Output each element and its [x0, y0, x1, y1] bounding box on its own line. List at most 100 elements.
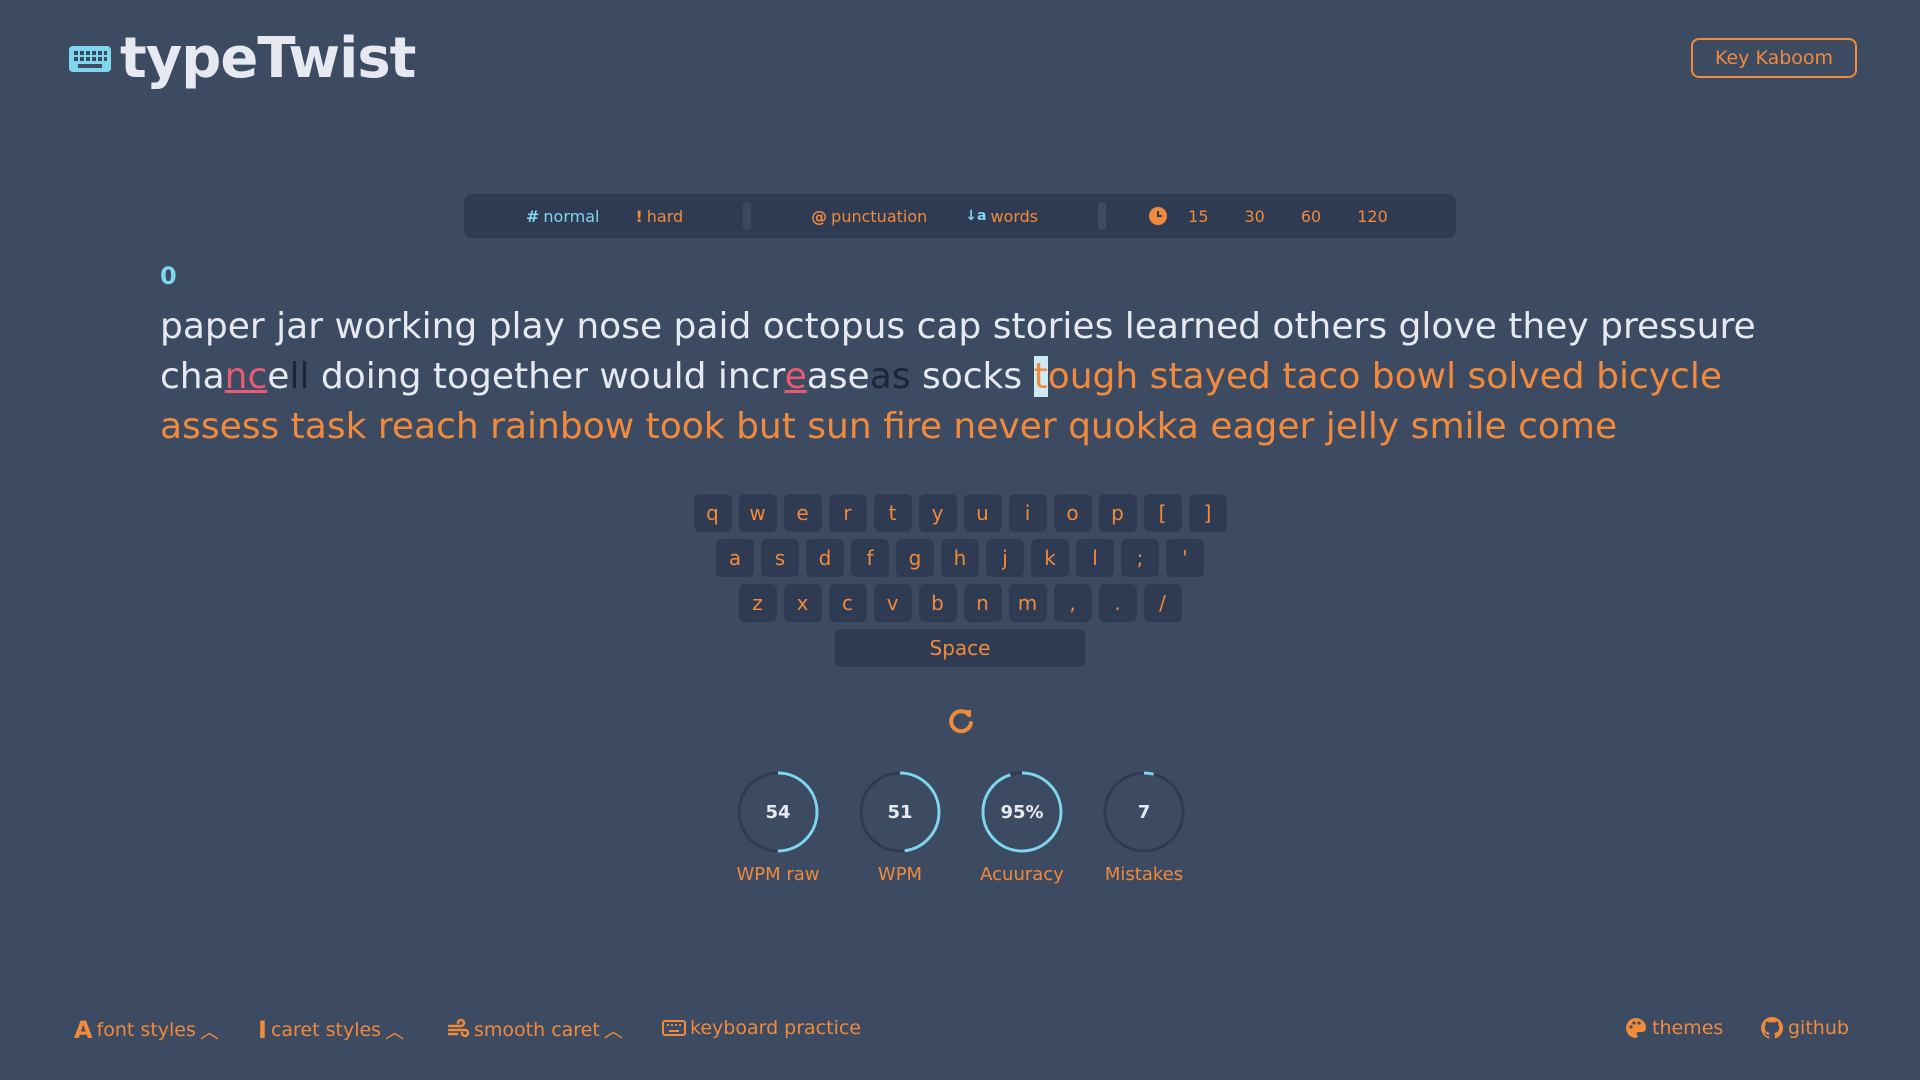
typed-char: ase [806, 356, 870, 397]
mode-normal-label: normal [543, 206, 600, 226]
typed-char: e [267, 356, 290, 397]
key-kaboom-button[interactable]: Key Kaboom [1691, 38, 1857, 78]
stat-label: WPM [877, 864, 923, 885]
option-punctuation[interactable]: @ punctuation [811, 207, 927, 226]
time-120[interactable]: 120 [1357, 207, 1388, 226]
extra-char: as [869, 356, 911, 397]
typed-text: doing together would incr [309, 356, 785, 397]
stat-accuracy: 95% Acuuracy [980, 770, 1064, 885]
chevron-up-icon: ︿ [603, 1020, 623, 1042]
key-q[interactable]: q [693, 494, 732, 532]
stat-value: 95% [1000, 802, 1043, 823]
key-u[interactable]: u [963, 494, 1002, 532]
key-space[interactable]: Space [835, 629, 1085, 667]
key-l[interactable]: l [1076, 539, 1114, 577]
key-e[interactable]: e [783, 494, 822, 532]
footer: A font styles ︿ I caret styles ︿ smooth … [0, 1016, 1920, 1052]
typing-text-area[interactable]: paper jar working play nose paid octopus… [160, 302, 1760, 452]
sort-down-icon: ↓a [965, 208, 987, 224]
stat-label: Acuuracy [980, 864, 1064, 885]
smooth-caret-label: smooth caret [474, 1018, 600, 1041]
keyboard-practice-button[interactable]: keyboard practice [662, 1016, 861, 1040]
chevron-up-icon: ︿ [199, 1020, 219, 1043]
key-p[interactable]: p [1098, 494, 1137, 532]
stat-mistakes: 7 Mistakes [1102, 770, 1186, 885]
time-30[interactable]: 30 [1245, 207, 1265, 226]
keyboard-logo-icon [69, 45, 111, 72]
keyboard-icon [662, 1020, 686, 1036]
mode-bar: # normal ! hard @ punctuation ↓a words 1… [464, 194, 1456, 238]
key-s[interactable]: s [761, 539, 799, 577]
key-j[interactable]: j [986, 539, 1024, 577]
key-symbol[interactable]: ] [1188, 494, 1227, 532]
app-logo[interactable]: typeTwist [68, 26, 416, 91]
stats-panel: 54 WPM raw 51 WPM 95% Acuuracy 7 Mistakes [736, 770, 1186, 885]
caret-styles-label: caret styles [270, 1019, 382, 1041]
caret-styles-button[interactable]: I caret styles ︿ [258, 1016, 404, 1044]
key-symbol[interactable]: , [1053, 584, 1092, 622]
text-line-1: paper jar working play nose paid octopus… [160, 306, 1756, 347]
error-char: nc [224, 356, 268, 397]
themes-button[interactable]: themes [1624, 1016, 1723, 1040]
key-v[interactable]: v [873, 584, 912, 622]
font-styles-button[interactable]: A font styles ︿ [74, 1016, 219, 1044]
key-symbol[interactable]: ' [1166, 539, 1204, 577]
key-w[interactable]: w [738, 494, 777, 532]
app-title: typeTwist [120, 26, 416, 91]
pending-text: ough stayed taco bowl solved bicycle [1047, 356, 1722, 397]
key-n[interactable]: n [963, 584, 1002, 622]
key-k[interactable]: k [1031, 539, 1069, 577]
time-60[interactable]: 60 [1301, 207, 1321, 226]
key-t[interactable]: t [873, 494, 912, 532]
exclamation-icon: ! [635, 206, 643, 226]
keyboard-row-1: q w e r t y u i o p[] [0, 494, 1920, 532]
divider [1098, 202, 1107, 230]
option-words[interactable]: ↓a words [965, 207, 1038, 226]
keyboard-practice-label: keyboard practice [690, 1017, 861, 1039]
key-o[interactable]: o [1053, 494, 1092, 532]
key-m[interactable]: m [1008, 584, 1047, 622]
virtual-keyboard: q w e r t y u i o p[] a s d f g h j k l; ' z x c v b n m,. / Spac… [0, 494, 1920, 674]
mode-hard[interactable]: ! hard [635, 207, 683, 226]
key-x[interactable]: x [783, 584, 822, 622]
github-icon [1761, 1017, 1784, 1039]
clock-icon [1149, 207, 1168, 225]
stat-value: 7 [1138, 802, 1151, 823]
key-b[interactable]: b [918, 584, 957, 622]
key-symbol[interactable]: / [1143, 584, 1182, 622]
key-y[interactable]: y [918, 494, 957, 532]
github-button[interactable]: github [1760, 1016, 1849, 1040]
key-r[interactable]: r [828, 494, 867, 532]
key-symbol[interactable]: . [1098, 584, 1137, 622]
typed-text: socks [910, 356, 1034, 397]
themes-label: themes [1652, 1017, 1724, 1039]
stat-ring: 7 [1103, 771, 1185, 853]
key-symbol[interactable]: ; [1121, 539, 1159, 577]
stat-ring: 51 [859, 771, 941, 853]
key-h[interactable]: h [941, 539, 979, 577]
text-line-3: assess task reach rainbow took but sun f… [160, 406, 1618, 447]
mode-normal[interactable]: # normal [526, 207, 599, 226]
keyboard-row-space: Space [0, 629, 1920, 667]
key-z[interactable]: z [738, 584, 777, 622]
key-f[interactable]: f [851, 539, 889, 577]
restart-icon[interactable] [946, 706, 976, 736]
smooth-caret-button[interactable]: smooth caret ︿ [446, 1016, 623, 1043]
text-line-2: chancell doing together would increaseas… [160, 352, 1760, 402]
stat-label: WPM raw [736, 864, 820, 885]
time-15[interactable]: 15 [1188, 207, 1208, 226]
typed-char: cha [160, 356, 225, 397]
keyboard-row-2: a s d f g h j k l; ' [0, 539, 1920, 577]
font-styles-label: font styles [96, 1019, 196, 1041]
stat-wpm: 51 WPM [858, 770, 942, 885]
key-symbol[interactable]: [ [1143, 494, 1182, 532]
text-caret: t [1033, 356, 1048, 397]
chevron-up-icon: ︿ [385, 1020, 405, 1043]
key-i[interactable]: i [1008, 494, 1047, 532]
key-d[interactable]: d [806, 539, 844, 577]
error-char: e [784, 356, 807, 397]
key-c[interactable]: c [828, 584, 867, 622]
key-g[interactable]: g [896, 539, 934, 577]
key-a[interactable]: a [716, 539, 754, 577]
word-counter: 0 [160, 262, 177, 290]
